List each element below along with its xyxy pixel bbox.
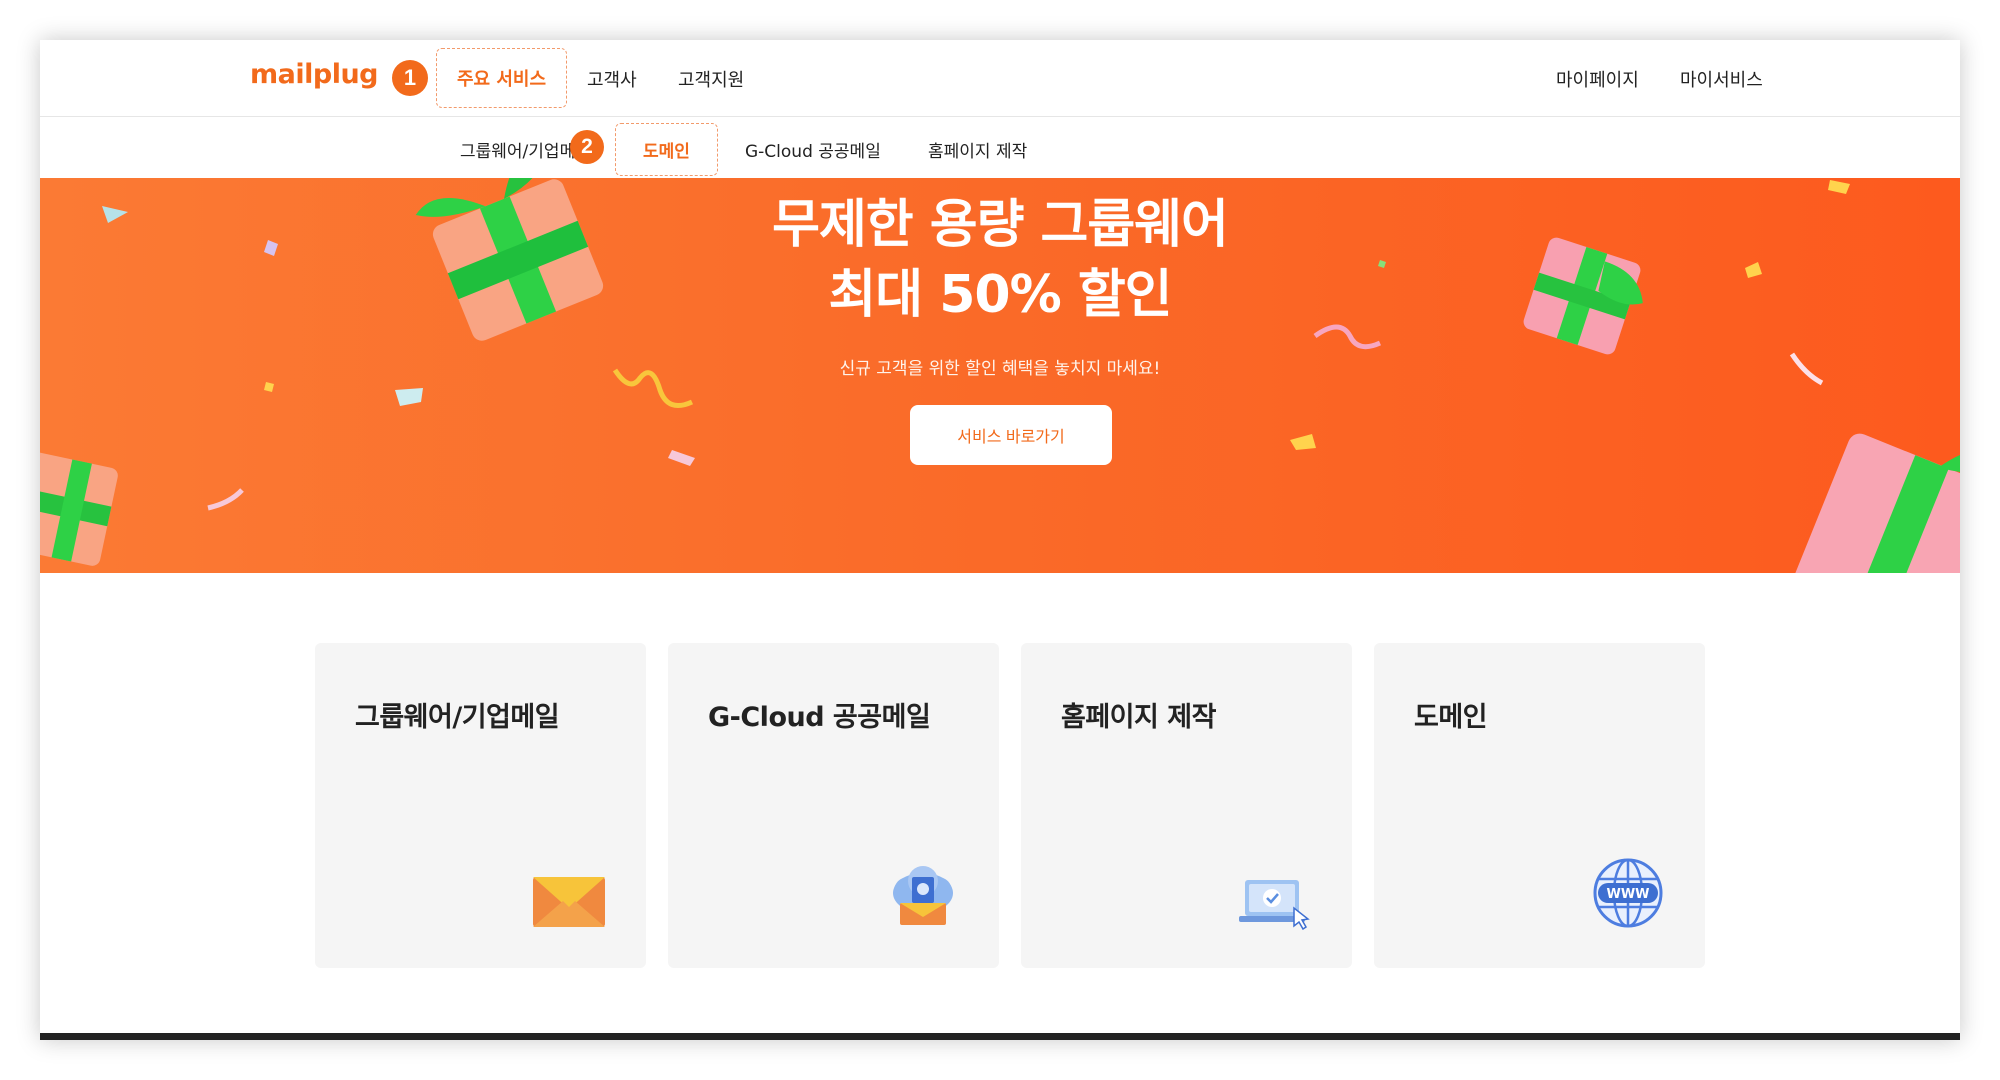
globe-www-label: WWW [1606,887,1649,902]
nav-main-services[interactable]: 주요 서비스 [436,48,567,108]
banner-title-line1: 무제한 용량 그룹웨어 [772,195,1229,255]
laptop-icon [1239,880,1310,930]
envelope-icon [533,877,605,927]
subnav-groupware[interactable]: 그룹웨어/기업메 [460,137,575,162]
nav-myservice[interactable]: 마이서비스 [1680,66,1763,92]
card-groupware[interactable]: 그룹웨어/기업메일 [315,643,646,968]
footer-bar [40,1033,1960,1040]
card-gcloud[interactable]: G-Cloud 공공메일 [668,643,999,968]
step-2-badge: 2 [570,130,604,164]
card-domain[interactable]: 도메인 WWW [1374,643,1705,968]
sub-navigation: 그룹웨어/기업메 2 도메인 G-Cloud 공공메일 홈페이지 제작 [40,117,1960,178]
cloud-mail-icon [893,866,953,925]
mailplug-logo[interactable]: mailplug [250,59,379,90]
banner-title-line2: 최대 50% 할인 [828,265,1172,325]
globe-www-icon: WWW [1593,858,1663,928]
nav-support[interactable]: 고객지원 [678,66,744,92]
promo-banner: 무제한 용량 그룹웨어 최대 50% 할인 신규 고객을 위한 할인 혜택을 놓… [40,178,1960,573]
top-navigation: mailplug 1 주요 서비스 고객사 고객지원 마이페이지 마이서비스 [40,40,1960,117]
card-title: 홈페이지 제작 [1061,702,1216,733]
browser-frame: mailplug 1 주요 서비스 고객사 고객지원 마이페이지 마이서비스 그… [40,40,1960,1040]
card-title: G-Cloud 공공메일 [708,702,931,733]
nav-customers[interactable]: 고객사 [587,66,637,92]
subnav-gcloud[interactable]: G-Cloud 공공메일 [745,137,881,162]
banner-subtitle: 신규 고객을 위한 할인 혜택을 놓치지 마세요! [839,359,1161,379]
service-cards: 그룹웨어/기업메일 G-Cloud 공공메일 홈페이지 제작 도메인 WWW [315,643,1705,968]
card-title: 그룹웨어/기업메일 [355,702,560,733]
service-shortcut-button[interactable]: 서비스 바로가기 [910,405,1112,465]
nav-mypage[interactable]: 마이페이지 [1556,66,1639,92]
subnav-homepage[interactable]: 홈페이지 제작 [928,137,1027,162]
step-1-badge: 1 [392,60,428,96]
subnav-domain[interactable]: 도메인 [615,123,718,176]
card-title: 도메인 [1414,702,1488,733]
card-homepage[interactable]: 홈페이지 제작 [1021,643,1352,968]
